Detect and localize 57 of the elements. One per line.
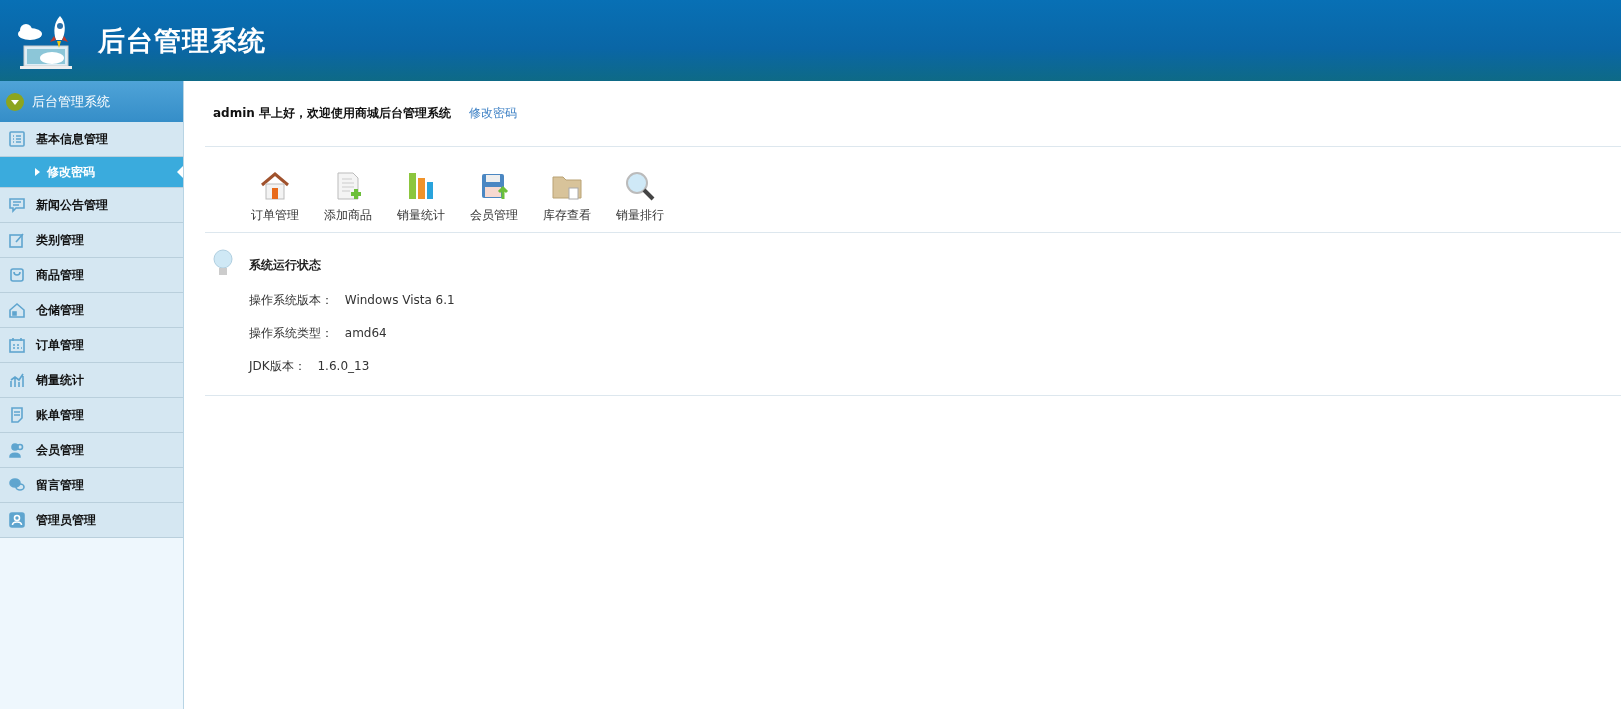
sidebar-item-label: 商品管理 (36, 266, 84, 284)
sidebar-item[interactable]: 会员管理 (0, 433, 183, 468)
edit-icon (9, 232, 25, 248)
info-value: Windows Vista 6.1 (344, 293, 455, 307)
sidebar-item-label: 基本信息管理 (36, 130, 108, 148)
sidebar-item[interactable]: 类别管理 (0, 223, 183, 258)
chart-icon (9, 372, 25, 388)
doc-icon (9, 407, 25, 423)
shortcut-button[interactable]: 销量排行 (604, 171, 675, 224)
sidebar-item[interactable]: 商品管理 (0, 258, 183, 293)
shortcut-button[interactable]: 库存查看 (531, 171, 602, 224)
sidebar-item[interactable]: 新闻公告管理 (0, 188, 183, 223)
change-password-link[interactable]: 修改密码 (469, 105, 518, 122)
info-label: 操作系统版本： (249, 293, 333, 307)
info-value: amd64 (344, 326, 387, 340)
user-icon (9, 512, 25, 528)
info-value: 1.6.0_13 (317, 359, 370, 373)
sidebar-item-label: 仓储管理 (36, 301, 84, 319)
chat-icon (9, 197, 25, 213)
shortcut-button[interactable]: 销量统计 (385, 171, 456, 224)
house-icon (258, 171, 291, 201)
list-icon (9, 131, 25, 147)
bubbles-icon (9, 477, 25, 493)
house-icon (9, 302, 25, 318)
shortcut-button[interactable]: 会员管理 (458, 171, 529, 224)
sidebar-item[interactable]: 留言管理 (0, 468, 183, 503)
sidebar-item[interactable]: 订单管理 (0, 328, 183, 363)
caret-right-icon (35, 168, 40, 176)
sidebar-item-label: 管理员管理 (36, 511, 96, 529)
sidebar-item-label: 会员管理 (36, 441, 84, 459)
calendar-icon (9, 337, 25, 353)
info-label: 操作系统类型： (249, 326, 333, 340)
sidebar-item-label: 销量统计 (36, 371, 84, 389)
sidebar-title: 后台管理系统 (32, 92, 110, 111)
sidebar-item-label: 类别管理 (36, 231, 84, 249)
magnifier-icon (623, 171, 656, 201)
bag-icon (9, 267, 25, 283)
sidebar-item[interactable]: 账单管理 (0, 398, 183, 433)
info-label: JDK版本： (249, 359, 306, 373)
sidebar-item-label: 账单管理 (36, 406, 84, 424)
dropdown-circle-icon (6, 92, 24, 111)
sidebar-subitem-label: 修改密码 (47, 163, 95, 181)
welcome-message: admin 早上好，欢迎使用商城后台管理系统 (213, 105, 452, 122)
sidebar-item[interactable]: 仓储管理 (0, 293, 183, 328)
status-title: 系统运行状态 (249, 257, 322, 274)
lightbulb-icon (213, 249, 233, 277)
sidebar-item[interactable]: 销量统计 (0, 363, 183, 398)
app-title: 后台管理系统 (98, 23, 266, 58)
sidebar-item[interactable]: 基本信息管理 (0, 122, 183, 157)
sidebar-item-label: 留言管理 (36, 476, 84, 494)
shortcut-button[interactable]: 添加商品 (312, 171, 383, 224)
sidebar-item-label: 新闻公告管理 (36, 196, 108, 214)
sidebar-item-label: 订单管理 (36, 336, 84, 354)
people-icon (9, 442, 25, 458)
sidebar-item[interactable]: 管理员管理 (0, 503, 183, 538)
shortcut-button[interactable]: 订单管理 (239, 171, 310, 224)
selection-notch-icon (177, 166, 183, 178)
